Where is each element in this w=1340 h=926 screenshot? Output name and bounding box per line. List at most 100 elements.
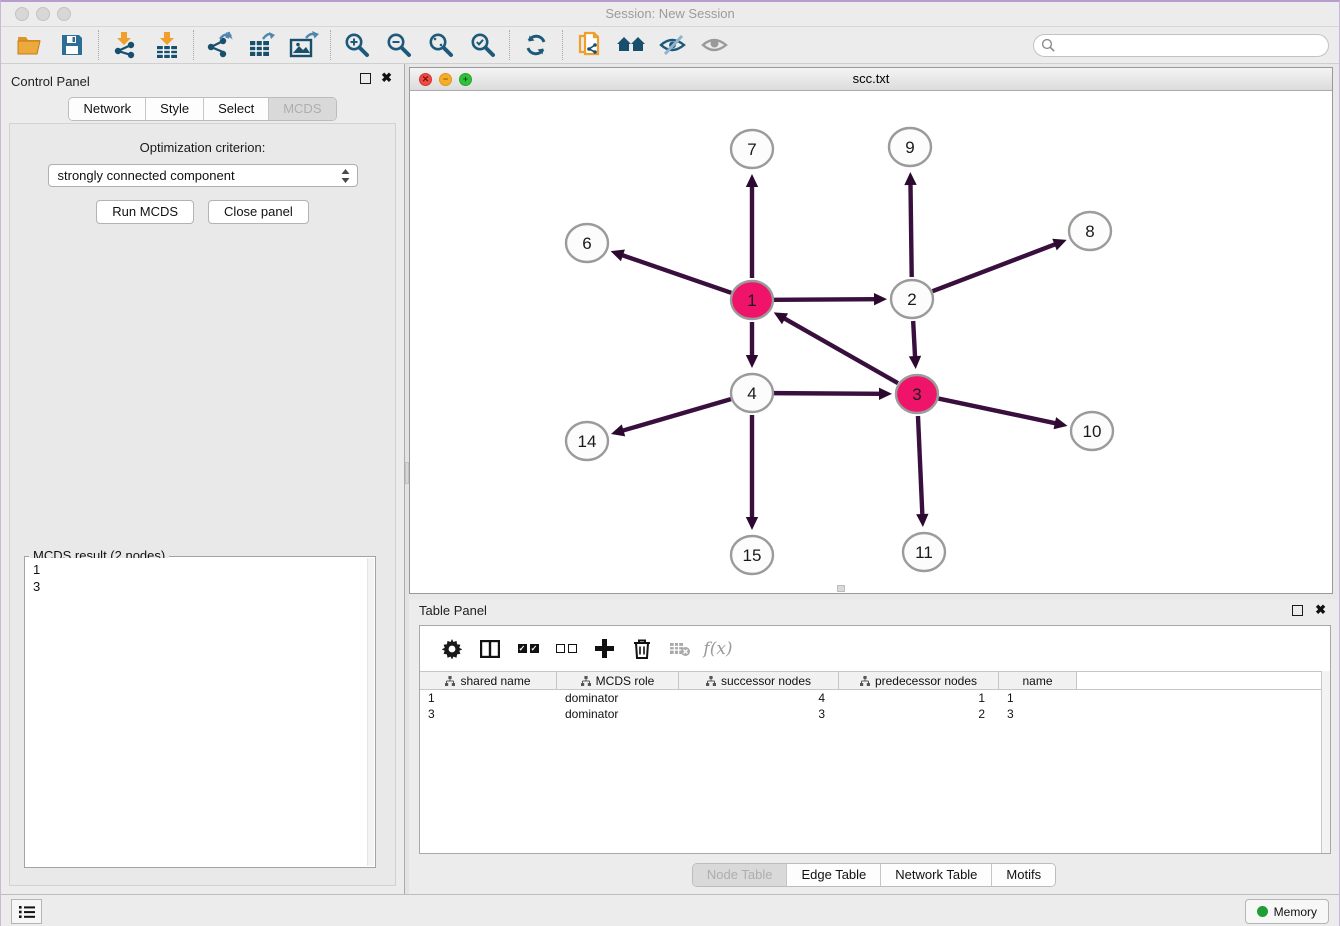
- task-history-button[interactable]: [11, 899, 42, 924]
- export-table-icon[interactable]: [241, 29, 283, 61]
- toolbar-separator: [98, 30, 99, 60]
- float-table-panel-icon[interactable]: [1292, 605, 1303, 616]
- refresh-view-icon[interactable]: [515, 29, 557, 61]
- memory-button[interactable]: Memory: [1245, 899, 1329, 924]
- network-view-window: ✕ − + scc.txt 7 9 6 8 1 2 4 3 14 10 15 11: [409, 67, 1333, 594]
- arrowhead-icon: [746, 355, 758, 368]
- apply-preferred-layout-icon[interactable]: [610, 29, 652, 61]
- network-node-10[interactable]: 10: [1071, 412, 1113, 450]
- zoom-out-icon[interactable]: [378, 29, 420, 61]
- network-node-3[interactable]: 3: [896, 375, 938, 413]
- table-options-gear-icon[interactable]: [433, 632, 471, 666]
- result-scrollbar[interactable]: [367, 558, 374, 866]
- new-network-from-selection-icon[interactable]: [568, 29, 610, 61]
- network-window-titlebar[interactable]: ✕ − + scc.txt: [410, 68, 1332, 91]
- edge-1-7[interactable]: [746, 174, 758, 278]
- network-node-2[interactable]: 2: [891, 280, 933, 318]
- table-row[interactable]: 1dominator411: [420, 690, 1321, 706]
- tab-network-table[interactable]: Network Table: [881, 864, 992, 886]
- column-header-name[interactable]: name: [999, 672, 1077, 689]
- network-node-11[interactable]: 11: [903, 533, 945, 571]
- table-cell[interactable]: 3: [420, 706, 557, 722]
- export-network-icon[interactable]: [199, 29, 241, 61]
- edge-2-3[interactable]: [909, 321, 921, 369]
- import-network-icon[interactable]: [104, 29, 146, 61]
- network-node-14[interactable]: 14: [566, 422, 608, 460]
- table-vscroll[interactable]: [1321, 671, 1330, 853]
- svg-text:10: 10: [1083, 422, 1102, 441]
- table-cell[interactable]: 2: [839, 706, 999, 722]
- run-mcds-button[interactable]: Run MCDS: [96, 200, 194, 224]
- unselect-all-columns-icon[interactable]: [547, 632, 585, 666]
- show-all-icon[interactable]: [694, 29, 736, 61]
- tab-select[interactable]: Select: [204, 98, 269, 120]
- network-node-4[interactable]: 4: [731, 374, 773, 412]
- hide-selected-icon[interactable]: [652, 29, 694, 61]
- network-node-15[interactable]: 15: [731, 536, 773, 574]
- delete-columns-icon[interactable]: [623, 632, 661, 666]
- column-header-successor-nodes[interactable]: successor nodes: [679, 672, 839, 689]
- column-header-predecessor-nodes[interactable]: predecessor nodes: [839, 672, 999, 689]
- table-cell[interactable]: 4: [679, 690, 839, 706]
- svg-text:3: 3: [912, 385, 921, 404]
- zoom-fit-icon[interactable]: [420, 29, 462, 61]
- edge-2-9[interactable]: [904, 172, 916, 277]
- edge-3-1[interactable]: [774, 312, 898, 383]
- zoom-in-icon[interactable]: [336, 29, 378, 61]
- tab-network[interactable]: Network: [69, 98, 146, 120]
- search-input[interactable]: [1033, 34, 1329, 57]
- network-node-9[interactable]: 9: [889, 128, 931, 166]
- edge-1-6[interactable]: [611, 250, 732, 293]
- save-session-icon[interactable]: [51, 29, 93, 61]
- mcds-result-text[interactable]: 13: [26, 558, 367, 866]
- function-builder-icon[interactable]: f(x): [699, 632, 737, 666]
- tab-mcds[interactable]: MCDS: [269, 98, 335, 120]
- toolbar-separator: [193, 30, 194, 60]
- zoom-selected-icon[interactable]: [462, 29, 504, 61]
- table-cell[interactable]: 3: [999, 706, 1077, 722]
- edge-4-15[interactable]: [746, 415, 758, 530]
- edge-4-3[interactable]: [774, 388, 892, 400]
- network-node-6[interactable]: 6: [566, 224, 608, 262]
- show-column-icon[interactable]: [471, 632, 509, 666]
- table-cell[interactable]: dominator: [557, 690, 679, 706]
- table-panel: Table Panel ✖ ✓✓: [409, 599, 1339, 894]
- select-all-columns-icon[interactable]: ✓✓: [509, 632, 547, 666]
- tab-node-table[interactable]: Node Table: [693, 864, 788, 886]
- edge-2-8[interactable]: [933, 239, 1067, 291]
- close-table-panel-icon[interactable]: ✖: [1315, 602, 1326, 617]
- table-panel-title: Table Panel: [419, 603, 487, 618]
- edge-1-2[interactable]: [774, 293, 887, 305]
- float-panel-icon[interactable]: [360, 73, 371, 84]
- column-header-shared-name[interactable]: shared name: [420, 672, 557, 689]
- import-table-icon[interactable]: [146, 29, 188, 61]
- table-cell[interactable]: dominator: [557, 706, 679, 722]
- table-cell[interactable]: 1: [999, 690, 1077, 706]
- close-panel-button[interactable]: Close panel: [208, 200, 309, 224]
- open-session-icon[interactable]: [9, 29, 51, 61]
- edge-3-10[interactable]: [939, 399, 1068, 430]
- table-cell[interactable]: 1: [839, 690, 999, 706]
- table-row[interactable]: 3dominator323: [420, 706, 1321, 722]
- table-cell[interactable]: 3: [679, 706, 839, 722]
- network-canvas[interactable]: 7 9 6 8 1 2 4 3 14 10 15 11: [410, 91, 1332, 593]
- close-panel-icon[interactable]: ✖: [381, 70, 392, 85]
- column-header-MCDS-role[interactable]: MCDS role: [557, 672, 679, 689]
- network-node-8[interactable]: 8: [1069, 212, 1111, 250]
- network-hscroll-thumb[interactable]: [837, 585, 845, 592]
- table-cell[interactable]: 1: [420, 690, 557, 706]
- edge-1-4[interactable]: [746, 322, 758, 368]
- svg-text:1: 1: [747, 291, 756, 310]
- network-node-7[interactable]: 7: [731, 130, 773, 168]
- edge-3-11[interactable]: [916, 416, 928, 527]
- tab-motifs[interactable]: Motifs: [992, 864, 1055, 886]
- tab-style[interactable]: Style: [146, 98, 204, 120]
- mcds-panel: Optimization criterion: strongly connect…: [9, 123, 396, 886]
- optimization-criterion-select[interactable]: strongly connected component: [48, 164, 358, 187]
- network-node-1[interactable]: 1: [731, 281, 773, 319]
- edge-4-14[interactable]: [611, 399, 731, 436]
- add-column-icon[interactable]: [585, 632, 623, 666]
- tab-edge-table[interactable]: Edge Table: [787, 864, 881, 886]
- export-image-icon[interactable]: [283, 29, 325, 61]
- delete-table-icon[interactable]: [661, 632, 699, 666]
